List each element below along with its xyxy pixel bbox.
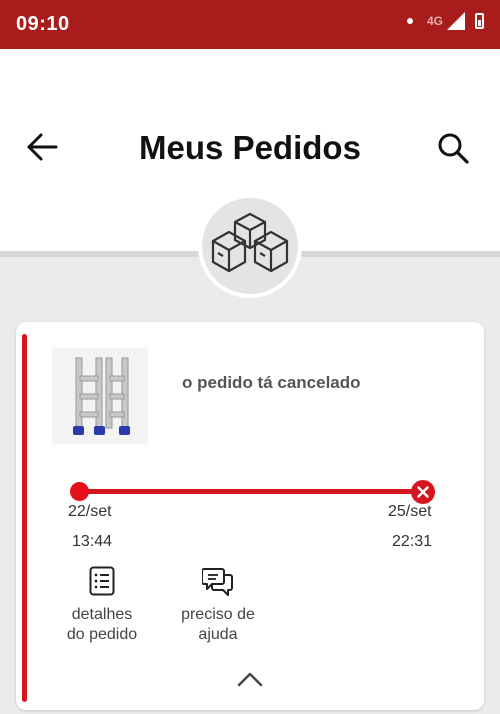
help-label-1: preciso de bbox=[181, 606, 255, 623]
status-icons: 4G bbox=[406, 12, 484, 30]
notification-dot-icon bbox=[406, 18, 413, 24]
order-details-label-1: detalhes bbox=[71, 606, 133, 623]
timeline-bar bbox=[80, 489, 422, 494]
status-bar: 09:10 4G bbox=[0, 0, 500, 49]
help-label-2: ajuda bbox=[198, 626, 238, 643]
list-icon bbox=[89, 566, 115, 596]
signal-icon bbox=[447, 12, 465, 30]
search-icon[interactable] bbox=[436, 131, 470, 165]
chevron-up-icon[interactable] bbox=[236, 670, 264, 688]
timeline-end-date: 25/set bbox=[388, 503, 432, 520]
boxes-icon bbox=[211, 212, 289, 273]
timeline-start-dot bbox=[70, 482, 89, 501]
cancelled-x-icon bbox=[411, 480, 435, 504]
chat-icon bbox=[202, 568, 233, 596]
orders-badge bbox=[198, 194, 302, 298]
network-type: 4G bbox=[426, 14, 443, 28]
order-details-label-2: do pedido bbox=[66, 626, 138, 643]
timeline-end-time: 22:31 bbox=[392, 533, 433, 550]
card-accent-bar bbox=[22, 334, 27, 702]
help-button[interactable]: preciso de ajuda bbox=[172, 566, 264, 644]
order-details-button[interactable]: detalhes do pedido bbox=[58, 566, 146, 644]
timeline-start-date: 22/set bbox=[68, 503, 112, 520]
status-time: 09:10 bbox=[16, 13, 70, 35]
product-image[interactable] bbox=[52, 348, 148, 444]
battery-icon bbox=[475, 13, 484, 29]
order-status: o pedido tá cancelado bbox=[182, 373, 361, 392]
order-card[interactable]: o pedido tá cancelado 22/set 13:44 25/se… bbox=[16, 322, 484, 710]
ladder-image bbox=[73, 357, 130, 435]
timeline-start-time: 13:44 bbox=[72, 533, 113, 550]
page-title: Meus Pedidos bbox=[139, 129, 361, 166]
